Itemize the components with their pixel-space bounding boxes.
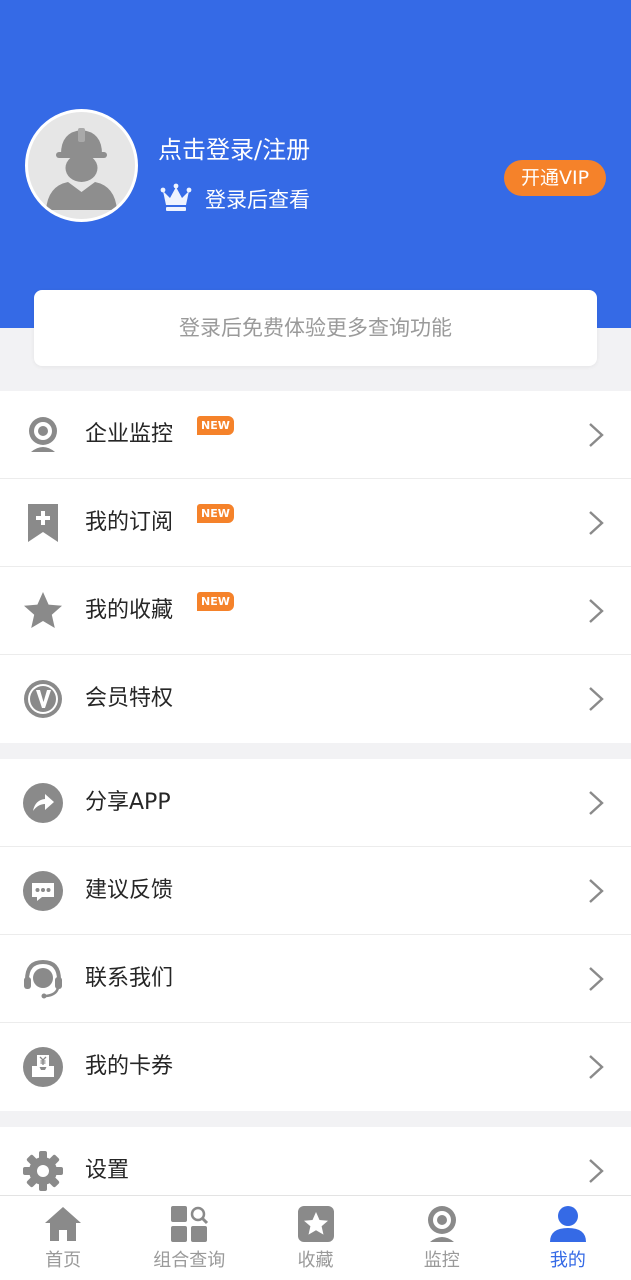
login-hint: 登录后查看	[205, 188, 310, 212]
bookmark-plus-icon	[28, 504, 58, 542]
new-badge: NEW	[197, 592, 234, 611]
webcam-icon	[427, 1206, 456, 1242]
menu-item-enterprise-monitor[interactable]: 企业监控 NEW	[0, 391, 631, 479]
crown-icon	[160, 183, 192, 211]
tab-label: 监控	[423, 1250, 460, 1271]
menu-item-member-privileges[interactable]: 会员特权	[0, 655, 631, 743]
new-badge: NEW	[197, 416, 234, 435]
login-register-link[interactable]: 点击登录/注册	[158, 134, 310, 166]
menu-item-feedback[interactable]: 建议反馈	[0, 847, 631, 935]
menu-item-my-coupons[interactable]: 我的卡券	[0, 1023, 631, 1111]
chevron-right-icon	[589, 423, 604, 447]
bottom-tab-bar: 首页 组合查询 收藏 监控 我的	[0, 1195, 631, 1280]
chevron-right-icon	[589, 1055, 604, 1079]
menu-item-label: 我的订阅	[85, 510, 174, 535]
chevron-right-icon	[589, 967, 604, 991]
star-icon	[24, 592, 62, 628]
tab-label: 组合查询	[153, 1250, 226, 1271]
chat-bubble-icon	[23, 871, 63, 911]
user-icon	[549, 1206, 586, 1242]
chevron-right-icon	[589, 511, 604, 535]
menu-item-label: 联系我们	[85, 966, 174, 991]
promo-text: 登录后免费体验更多查询功能	[179, 316, 452, 340]
tab-combined-search[interactable]: 组合查询	[126, 1196, 252, 1280]
headset-icon	[24, 959, 62, 999]
tab-home[interactable]: 首页	[0, 1196, 126, 1280]
tab-label: 收藏	[297, 1250, 334, 1271]
star-box-icon	[297, 1206, 334, 1242]
menu-item-my-subscriptions[interactable]: 我的订阅 NEW	[0, 479, 631, 567]
worker-avatar-icon	[46, 128, 117, 210]
coupon-box-icon	[23, 1047, 63, 1087]
menu-item-label: 我的卡券	[85, 1054, 174, 1079]
webcam-icon	[29, 417, 57, 452]
tab-label: 首页	[45, 1250, 82, 1271]
tab-mine[interactable]: 我的	[505, 1196, 631, 1280]
new-badge: NEW	[197, 504, 234, 523]
profile-header: 点击登录/注册 登录后查看 开通VIP	[0, 0, 631, 328]
gear-icon	[23, 1151, 63, 1191]
open-vip-button[interactable]: 开通VIP	[504, 160, 606, 196]
menu-group-features: 企业监控 NEW 我的订阅 NEW 我的收藏 NEW 会员特权	[0, 391, 631, 743]
menu-group-general: 分享APP 建议反馈 联系我们 我的卡券	[0, 759, 631, 1111]
menu-item-label: 我的收藏	[85, 598, 174, 623]
promo-card[interactable]: 登录后免费体验更多查询功能	[34, 290, 597, 366]
grid-search-icon	[171, 1206, 209, 1242]
tab-favorites[interactable]: 收藏	[252, 1196, 378, 1280]
menu-item-label: 分享APP	[85, 790, 171, 815]
chevron-right-icon	[589, 879, 604, 903]
tab-label: 我的	[549, 1250, 586, 1271]
chevron-right-icon	[589, 791, 604, 815]
menu-item-my-favorites[interactable]: 我的收藏 NEW	[0, 567, 631, 655]
menu-item-label: 企业监控	[85, 422, 174, 447]
chevron-right-icon	[589, 599, 604, 623]
menu-item-label: 会员特权	[85, 686, 174, 711]
menu-item-share-app[interactable]: 分享APP	[0, 759, 631, 847]
share-icon	[23, 783, 63, 823]
tab-monitor[interactable]: 监控	[379, 1196, 505, 1280]
vip-circle-icon	[24, 680, 62, 718]
chevron-right-icon	[589, 687, 604, 711]
avatar[interactable]	[25, 109, 138, 222]
chevron-right-icon	[589, 1159, 604, 1183]
menu-item-contact-us[interactable]: 联系我们	[0, 935, 631, 1023]
menu-item-label: 建议反馈	[85, 878, 174, 903]
home-icon	[45, 1207, 82, 1241]
